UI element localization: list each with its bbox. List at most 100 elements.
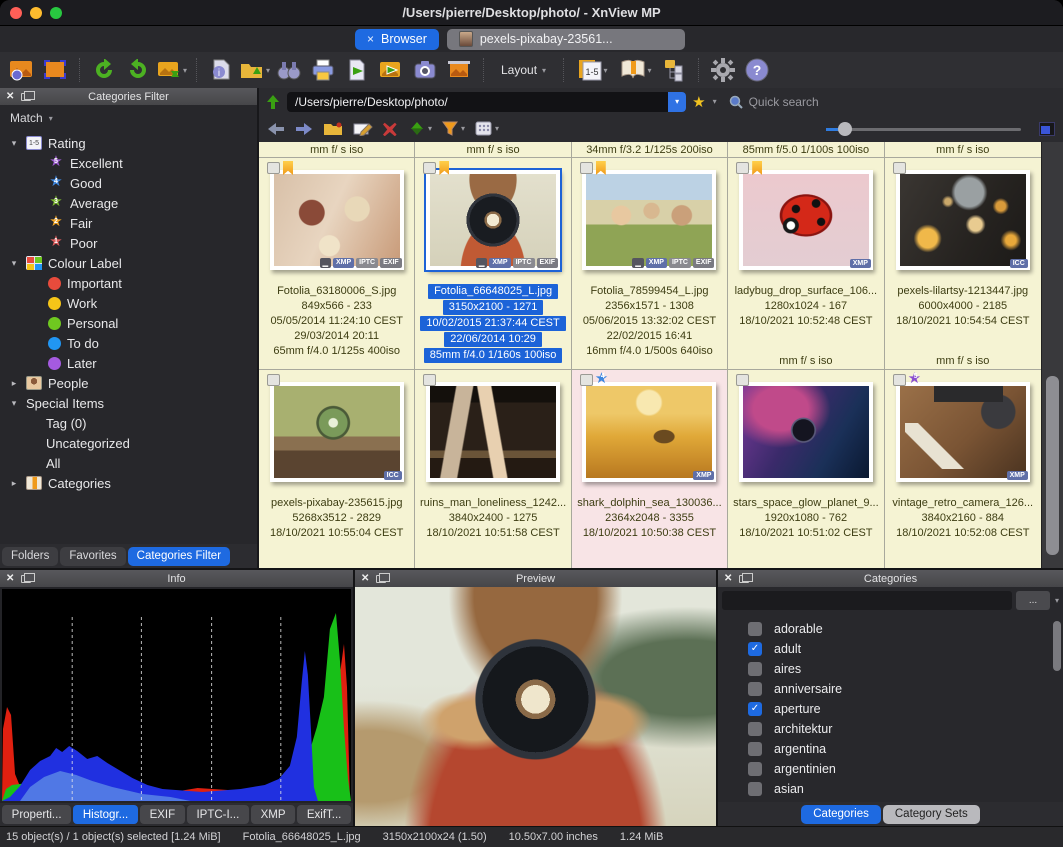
thumb-photo-frame[interactable]: ▁XMPIPTCEXIF [270, 170, 404, 270]
category-item[interactable]: adorable [718, 619, 1063, 639]
thumbnail-cell[interactable]: ICCpexels-lilartsy-1213447.jpg6000x4000 … [885, 158, 1041, 370]
category-more-button[interactable]: ... [1016, 591, 1050, 610]
layout-menu-button[interactable]: Layout▾ [493, 56, 554, 84]
fit-selection-icon[interactable] [40, 56, 70, 84]
tree-item-average[interactable]: ★3Average [0, 193, 257, 213]
tree-group-categories[interactable]: ▸Categories [0, 473, 257, 493]
categories-tab-categories[interactable]: Categories [801, 805, 881, 824]
thumb-photo-frame[interactable]: ▁XMPIPTCEXIF [426, 170, 560, 270]
category-scrollbar-thumb[interactable] [1053, 621, 1061, 671]
info-tab-histogr[interactable]: Histogr... [73, 805, 138, 824]
help-icon[interactable]: ? [742, 56, 772, 84]
close-panel-icon[interactable]: ✕ [724, 573, 732, 584]
thumbnail-cell[interactable]: ruins_man_loneliness_1242...3840x2400 - … [415, 370, 571, 582]
convert-file-icon[interactable] [342, 56, 372, 84]
thumb-photo-frame[interactable] [426, 382, 560, 482]
thumbnail-cell[interactable]: ▁XMPIPTCEXIFFotolia_66648025_L.jpg3150x2… [415, 158, 571, 370]
tree-group-people[interactable]: ▸People [0, 373, 257, 393]
sidebar-tab-categories-filter[interactable]: Categories Filter [128, 547, 230, 566]
thumb-photo-frame[interactable]: XMP [582, 382, 716, 482]
info-tab-xmp[interactable]: XMP [251, 805, 295, 824]
sidebar-tab-favorites[interactable]: Favorites [60, 547, 125, 566]
info-tab-properti[interactable]: Properti... [2, 805, 71, 824]
quick-search-field[interactable]: Quick search [723, 92, 1057, 112]
close-tab-icon[interactable]: × [367, 32, 374, 46]
thumb-checkbox[interactable] [580, 162, 593, 174]
category-checkbox[interactable] [748, 682, 762, 696]
view-mode-icon[interactable]: ▾ [475, 121, 499, 136]
thumb-checkbox[interactable] [580, 374, 593, 386]
tree-item-fair[interactable]: ★2Fair [0, 213, 257, 233]
thumbnail-cell[interactable]: ★4XMPshark_dolphin_sea_130036...2364x204… [572, 370, 728, 582]
thumbnail-cell[interactable]: XMPladybug_drop_surface_106...1280x1024 … [728, 158, 884, 370]
float-panel-icon[interactable] [376, 575, 386, 583]
category-checkbox[interactable] [748, 642, 762, 656]
category-item[interactable]: argentinien [718, 759, 1063, 779]
thumb-checkbox[interactable] [267, 162, 280, 174]
tree-item-to-do[interactable]: To do [0, 333, 257, 353]
info-tab-exift[interactable]: ExifT... [297, 805, 351, 824]
close-panel-icon[interactable]: ✕ [361, 573, 369, 584]
slider-knob[interactable] [838, 122, 852, 136]
delete-icon[interactable] [383, 121, 399, 136]
category-checkbox[interactable] [748, 662, 762, 676]
capture-icon[interactable] [410, 56, 440, 84]
thumbnail-size-slider[interactable] [826, 122, 1021, 136]
category-checkbox[interactable] [748, 762, 762, 776]
tab-image[interactable]: pexels-pixabay-23561... [447, 29, 685, 50]
tab-browser[interactable]: × Browser [355, 29, 439, 50]
chevron-down-icon[interactable]: ▾ [1055, 596, 1059, 605]
rename-icon[interactable] [353, 121, 373, 136]
sidebar-tab-folders[interactable]: Folders [2, 547, 58, 566]
tree-item-later[interactable]: Later [0, 353, 257, 373]
chevron-right-icon[interactable]: ▸ [8, 478, 20, 489]
category-item[interactable]: aires [718, 659, 1063, 679]
float-panel-icon[interactable] [21, 575, 31, 583]
thumb-checkbox[interactable] [423, 162, 436, 174]
new-folder-icon[interactable] [323, 121, 343, 136]
thumb-checkbox[interactable] [267, 374, 280, 386]
thumb-photo-frame[interactable]: XMP [896, 382, 1030, 482]
folder-up-icon[interactable] [265, 94, 281, 110]
tree-group-rating[interactable]: ▾1-5Rating [0, 133, 257, 153]
float-panel-icon[interactable] [21, 93, 31, 101]
thumb-checkbox[interactable] [893, 374, 906, 386]
rotate-right-icon[interactable] [123, 56, 153, 84]
thumbnail-cell[interactable]: ICCpexels-pixabay-235615.jpg5268x3512 - … [259, 370, 415, 582]
path-dropdown-icon[interactable]: ▾ [668, 92, 686, 112]
chevron-right-icon[interactable]: ▸ [8, 378, 20, 389]
category-item[interactable]: adult [718, 639, 1063, 659]
match-dropdown[interactable]: Match ▾ [0, 105, 257, 131]
category-item[interactable]: architektur [718, 719, 1063, 739]
category-filter-input[interactable] [722, 591, 1012, 610]
info-icon[interactable]: i [206, 56, 236, 84]
sort-tree-icon[interactable] [659, 56, 689, 84]
category-checkbox[interactable] [748, 722, 762, 736]
tree-item-all[interactable]: All [0, 453, 257, 473]
tree-item-important[interactable]: Important [0, 273, 257, 293]
thumb-photo-frame[interactable]: ICC [896, 170, 1030, 270]
tree-item-personal[interactable]: Personal [0, 313, 257, 333]
thumb-photo-frame[interactable]: ▁XMPIPTCEXIF [582, 170, 716, 270]
filter-funnel-icon[interactable]: ▾ [442, 121, 465, 136]
category-item[interactable]: anniversaire [718, 679, 1063, 699]
thumb-photo-frame[interactable] [739, 382, 873, 482]
thumb-checkbox[interactable] [736, 162, 749, 174]
tree-item-good[interactable]: ★4Good [0, 173, 257, 193]
back-icon[interactable] [267, 122, 285, 136]
category-item[interactable]: argentina [718, 739, 1063, 759]
close-panel-icon[interactable]: ✕ [6, 573, 14, 584]
tree-item-tag-0-[interactable]: Tag (0) [0, 413, 257, 433]
favorites-star-icon[interactable]: ★ [692, 93, 705, 111]
tree-item-work[interactable]: Work [0, 293, 257, 313]
grid-scrollbar-thumb[interactable] [1046, 376, 1059, 555]
binoculars-search-icon[interactable] [274, 56, 304, 84]
categories-book-icon[interactable]: ▾ [615, 56, 655, 84]
tree-item-excellent[interactable]: ★5Excellent [0, 153, 257, 173]
info-tab-exif[interactable]: EXIF [140, 805, 185, 824]
rating-1-5-icon[interactable]: 1-5▾ [573, 56, 611, 84]
thumb-checkbox[interactable] [893, 162, 906, 174]
refresh-icon[interactable]: ▾ [409, 121, 432, 136]
thumbnail-cell[interactable]: stars_space_glow_planet_9...1920x1080 - … [728, 370, 884, 582]
category-checkbox[interactable] [748, 622, 762, 636]
